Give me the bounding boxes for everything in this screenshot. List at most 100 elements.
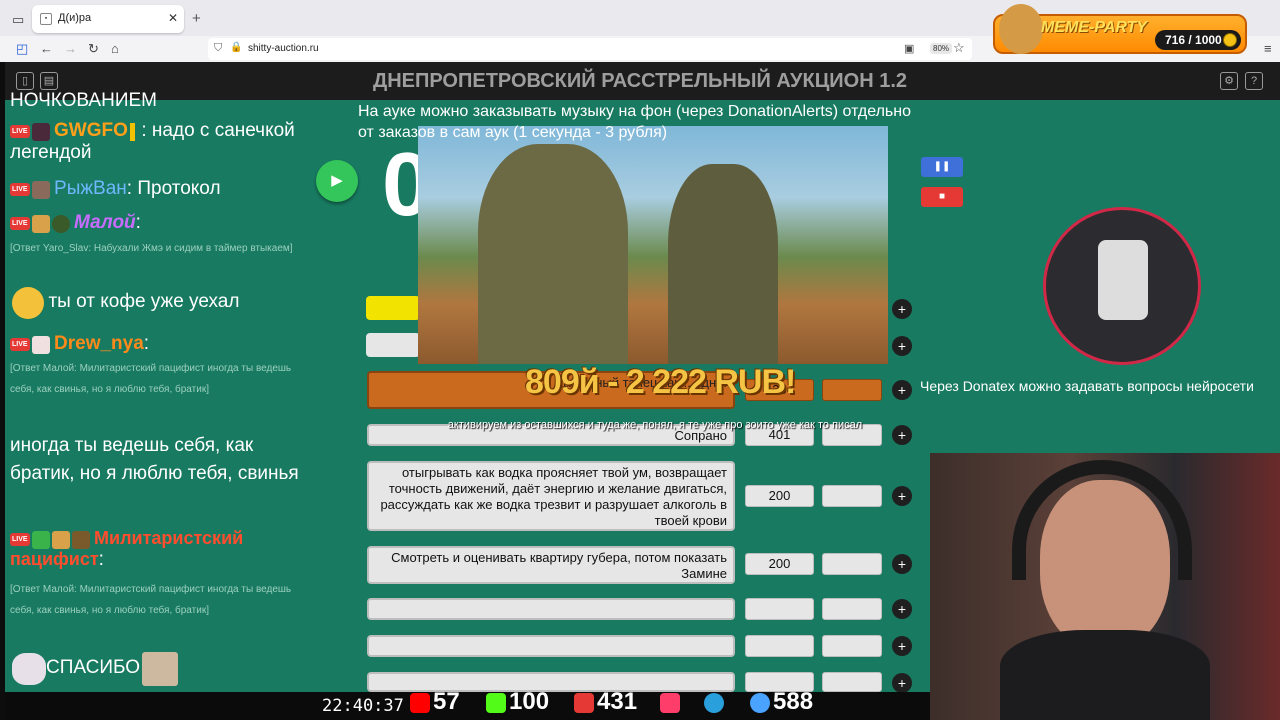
- youtube-viewers: 57: [433, 688, 460, 715]
- chat-message: LIVE Drew_nya:: [10, 333, 310, 355]
- chat-username: Малой: [74, 212, 136, 233]
- lot-extra-input[interactable]: [822, 485, 882, 507]
- chat-text: :: [98, 549, 104, 570]
- chat-reply: [Ответ Малой: Милитаристский пацифист ин…: [10, 584, 292, 616]
- lot-name[interactable]: Смотреть и оценивать квартиру губера, по…: [367, 546, 735, 584]
- chat-cut-line: НОЧКОВАНИЕМ: [10, 90, 157, 106]
- lot-amount[interactable]: [745, 635, 814, 657]
- kick-viewers: 100: [509, 688, 550, 715]
- donation-alert: 809й - 2 222 RUB!: [525, 363, 796, 401]
- chat-text: : Протокол: [126, 178, 221, 199]
- menu-icon[interactable]: ≡: [1264, 41, 1272, 56]
- badge-icon: [31, 530, 50, 549]
- lot-amount[interactable]: 200: [745, 553, 814, 575]
- youtube-icon: [410, 692, 430, 713]
- meme-party-title: MEME-PARTY: [1041, 19, 1148, 36]
- add-button[interactable]: +: [892, 299, 912, 319]
- settings-icon[interactable]: ⚙: [1220, 72, 1238, 90]
- coin-icon: [1223, 33, 1237, 47]
- play-icon: [660, 692, 680, 713]
- chat-username: Drew_nya: [54, 333, 144, 354]
- chat-text: ты от кофе уже уехал: [48, 291, 240, 313]
- chat-message: СПАСИБО: [10, 652, 310, 686]
- add-button[interactable]: +: [892, 425, 912, 445]
- total-viewers: 588: [750, 688, 813, 716]
- chat-text: : надо с санечкой легендой: [10, 120, 295, 163]
- user-icon: [750, 692, 770, 713]
- chat-text: :: [135, 212, 141, 233]
- browser-tab[interactable]: ▪ Д(и)ра ✕: [32, 5, 184, 33]
- chat-text: СПАСИБО: [46, 657, 141, 679]
- reload-icon[interactable]: ↻: [88, 41, 99, 57]
- live-badge-icon: LIVE: [10, 217, 30, 231]
- chat-message: LIVE Милитаристский пацифист:: [10, 528, 310, 571]
- lot-amount[interactable]: [745, 598, 814, 620]
- add-button[interactable]: +: [892, 554, 912, 574]
- back-icon[interactable]: ←: [40, 41, 53, 56]
- chat-username: РыжВан: [54, 178, 127, 199]
- add-button[interactable]: +: [892, 673, 912, 693]
- add-button[interactable]: +: [892, 380, 912, 400]
- doge-logo-icon: [999, 4, 1043, 54]
- lot-extra-input[interactable]: [822, 598, 882, 620]
- new-tab-icon[interactable]: +: [192, 10, 201, 27]
- youtube-count: 57: [410, 688, 460, 716]
- stop-button[interactable]: ■: [921, 187, 963, 207]
- chat-message: LIVE РыжВан: Протокол: [10, 178, 310, 200]
- sub-badge-icon: [129, 122, 135, 141]
- live-badge-icon: LIVE: [10, 338, 30, 352]
- chat-message: ты от кофе уже уехал: [10, 287, 310, 319]
- video-overlay: [418, 126, 888, 364]
- close-tab-icon[interactable]: ✕: [168, 11, 178, 25]
- chat-message: LIVE GWGFO : надо с санечкой легендой: [10, 120, 310, 164]
- bookmark-star-icon[interactable]: ☆: [953, 40, 965, 56]
- lot-extra-input[interactable]: [822, 635, 882, 657]
- progress-bar-gray: [366, 333, 420, 357]
- chat-username: GWGFO: [54, 120, 128, 141]
- help-icon[interactable]: ?: [1245, 72, 1263, 90]
- add-button[interactable]: +: [892, 336, 912, 356]
- live-badge-icon: LIVE: [10, 533, 30, 547]
- sidebar-toggle-icon[interactable]: ▭: [12, 12, 24, 28]
- meme-party-widget: MEME-PARTY 716 / 1000: [993, 4, 1247, 54]
- home-icon[interactable]: ⌂: [111, 41, 119, 56]
- add-button[interactable]: +: [892, 599, 912, 619]
- lot-name[interactable]: отыгрывать как водка проясняет твой ум, …: [367, 461, 735, 531]
- add-button[interactable]: +: [892, 636, 912, 656]
- url-text: shitty-auction.ru: [248, 43, 319, 54]
- telegram-item: [704, 688, 727, 716]
- tab-icon[interactable]: ◰: [16, 41, 28, 57]
- lot-extra-input[interactable]: [822, 379, 882, 401]
- lot-name[interactable]: [367, 598, 735, 620]
- kick-icon: [486, 692, 506, 713]
- badge-icon: [31, 335, 50, 354]
- play-button[interactable]: ▶: [316, 160, 358, 202]
- donatex-notice: Через Donatex можно задавать вопросы ней…: [920, 378, 1254, 394]
- vtuber-avatar: [1043, 207, 1201, 365]
- badge-icon: [31, 180, 50, 199]
- total-viewers-count: 588: [773, 688, 814, 715]
- badge-icon: [51, 214, 70, 233]
- pause-button[interactable]: ❚❚: [921, 157, 963, 177]
- kick-count: 100: [486, 688, 549, 716]
- lot-extra-input[interactable]: [822, 672, 882, 692]
- lot-extra-input[interactable]: [822, 553, 882, 575]
- address-bar[interactable]: ⛉ 🔒 shitty-auction.ru ▣ 80% ☆: [208, 38, 972, 60]
- zoom-level[interactable]: 80%: [930, 43, 953, 54]
- soldier-right: [668, 164, 778, 364]
- meme-party-progress-text: 716 / 1000: [1165, 33, 1222, 47]
- clock: 22:40:37: [322, 696, 404, 716]
- reader-icon[interactable]: ▣: [904, 42, 914, 55]
- lock-icon[interactable]: 🔒: [230, 42, 242, 53]
- chat-text: :: [143, 333, 150, 354]
- live-viewers: 431: [597, 688, 638, 715]
- chat-reply: [Ответ Малой: Милитаристский пацифист ин…: [10, 363, 292, 395]
- shield-icon[interactable]: ⛉: [214, 42, 222, 55]
- tab-title: Д(и)ра: [58, 12, 92, 24]
- lot-amount[interactable]: 200: [745, 485, 814, 507]
- badge-icon: [31, 122, 50, 141]
- lot-name[interactable]: [367, 635, 735, 657]
- forward-icon[interactable]: →: [64, 41, 77, 56]
- add-button[interactable]: +: [892, 486, 912, 506]
- live-badge-icon: LIVE: [10, 183, 30, 197]
